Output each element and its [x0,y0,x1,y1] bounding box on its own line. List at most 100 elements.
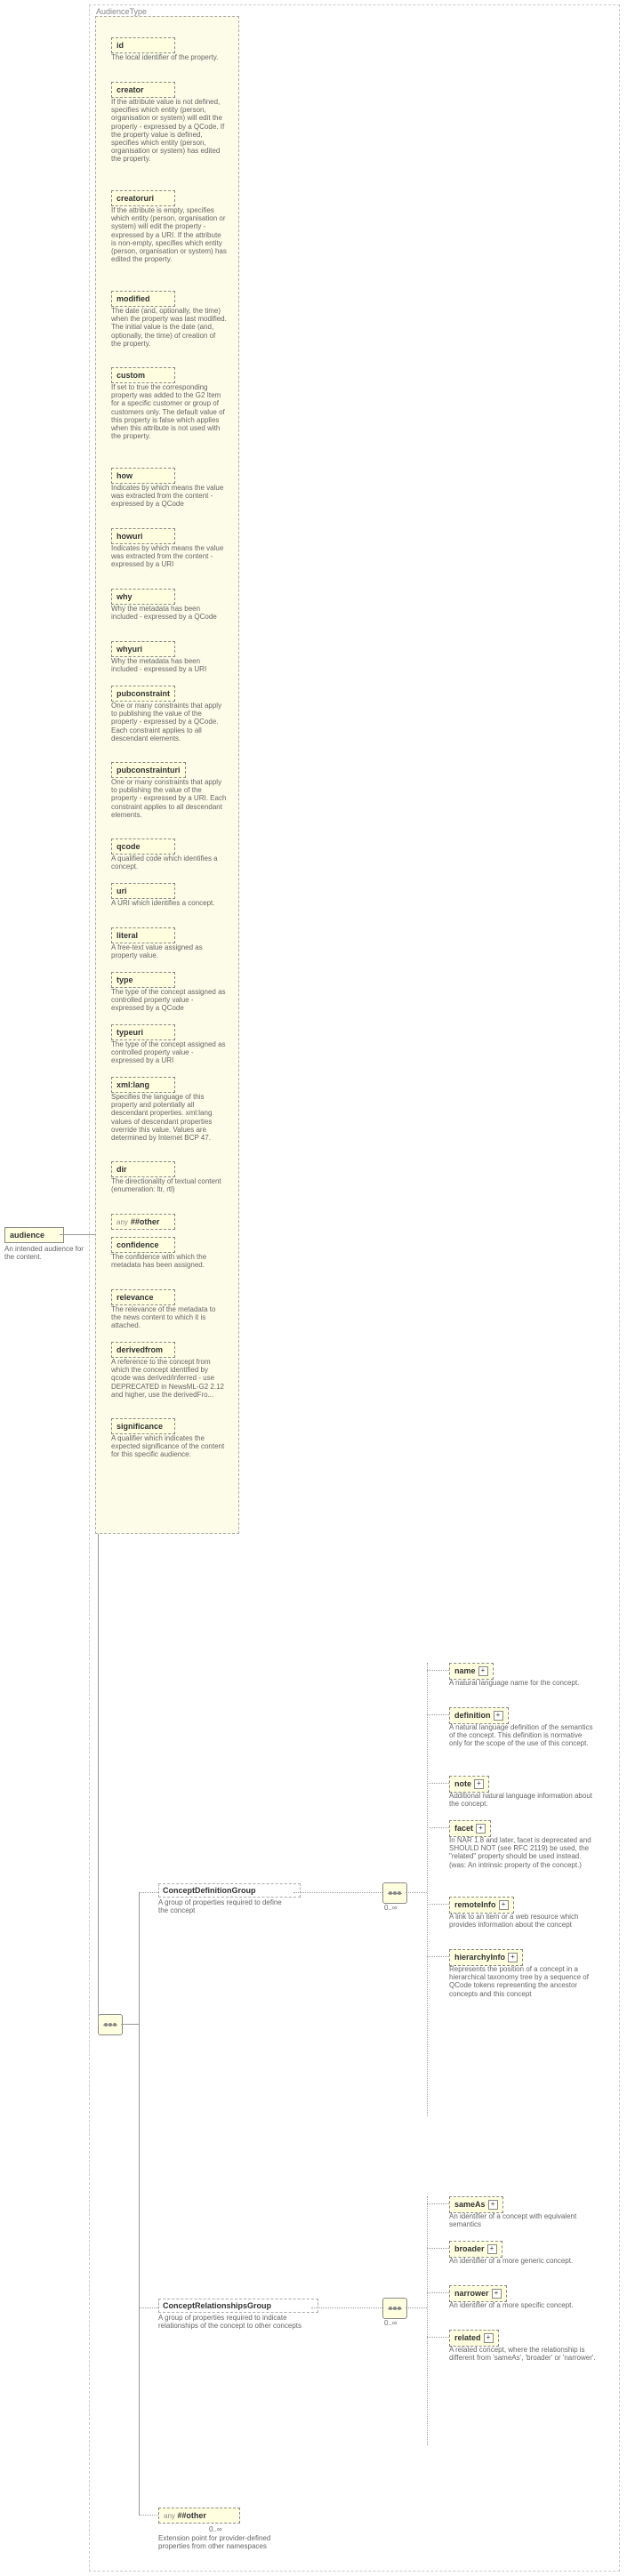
attribute-why[interactable]: why [111,589,175,605]
attribute-xmllang[interactable]: xml:lang [111,1077,175,1093]
attribute-doc: One or many constraints that apply to pu… [111,778,227,819]
attribute-doc: The type of the concept assigned as cont… [111,1040,227,1065]
connector-dashed [427,2292,449,2293]
element-audience[interactable]: audience [4,1227,64,1243]
attribute-pubconstrainturi[interactable]: pubconstrainturi [111,762,186,778]
attribute-doc: Specifies the language of this property … [111,1093,227,1142]
attribute-custom[interactable]: custom [111,367,175,383]
attribute-creator[interactable]: creator [111,82,175,98]
connector-dashed [427,1670,449,1671]
expand-icon[interactable]: + [474,1779,484,1789]
attribute-doc: If the attribute is empty, specifies whi… [111,206,227,263]
attribute-label: qcode [117,842,141,851]
connector-dashed [427,1783,449,1784]
connector-dashed [427,1956,449,1957]
element-related[interactable]: related+ [449,2330,499,2347]
attribute-label: id [117,41,124,50]
element-broader[interactable]: broader+ [449,2241,502,2258]
connector [121,2024,139,2025]
attribute-label: literal [117,931,138,940]
attribute-literal[interactable]: literal [111,927,175,943]
attribute-confidence[interactable]: confidence [111,1237,175,1253]
attribute-creatoruri[interactable]: creatoruri [111,190,175,206]
attribute-howuri[interactable]: howuri [111,528,175,544]
attribute-typeuri[interactable]: typeuri [111,1024,175,1040]
attribute-doc: The date (and, optionally, the time) whe… [111,307,227,348]
element-label: ##other [177,2511,206,2520]
attribute-label: custom [117,371,145,380]
attribute-dir[interactable]: dir [111,1161,175,1177]
expand-icon[interactable]: + [487,2244,497,2254]
connector [60,1234,98,1235]
element-label: hierarchyInfo [454,1953,505,1962]
element-note[interactable]: note+ [449,1776,489,1793]
element-doc: Represents the position of a concept in … [449,1965,596,1998]
multiplicity: 0..∞ [384,1904,398,1912]
attribute-doc: The relevance of the metadata to the new… [111,1305,227,1330]
attribute-other[interactable]: any##other [111,1214,175,1230]
attribute-derivedfrom[interactable]: derivedfrom [111,1342,175,1358]
attribute-doc: The local identifier of the property. [111,53,227,61]
element-label: audience [10,1231,44,1240]
sequence-def [382,1882,407,1904]
attribute-label: ##other [131,1217,160,1226]
element-narrower[interactable]: narrower+ [449,2285,507,2302]
element-doc: An identifier of a concept with equivale… [449,2212,596,2228]
element-doc: In NAR 1.8 and later, facet is deprecate… [449,1836,596,1869]
element-remoteinfo[interactable]: remoteInfo+ [449,1897,514,1914]
connector-dashed [139,1892,158,1893]
element-extension-any[interactable]: any ##other [158,2508,240,2524]
connector-dashed [427,1904,449,1905]
connector-dashed [311,2307,382,2308]
attribute-pubconstraint[interactable]: pubconstraint [111,686,175,702]
attribute-doc: Indicates by which means the value was e… [111,484,227,509]
connector-dashed [427,2196,428,2445]
attribute-label: pubconstraint [117,689,170,698]
connector [139,1892,140,2515]
group-conceptdefinition[interactable]: ConceptDefinitionGroup [158,1883,301,1898]
expand-icon[interactable]: + [508,1953,518,1962]
group-doc: A group of properties required to indica… [158,2314,309,2330]
element-hierarchyinfo[interactable]: hierarchyInfo+ [449,1949,523,1966]
element-label: related [454,2333,481,2342]
attribute-qcode[interactable]: qcode [111,839,175,855]
attribute-id[interactable]: id [111,37,175,53]
type-header: AudienceType [96,7,147,16]
expand-icon[interactable]: + [499,1900,509,1910]
attribute-label: xml:lang [117,1080,149,1089]
attribute-label: whyuri [117,645,142,654]
connector-dashed [427,1663,428,2116]
expand-icon[interactable]: + [478,1666,488,1676]
expand-icon[interactable]: + [494,1711,503,1721]
multiplicity: 0..∞ [384,2319,398,2327]
expand-icon[interactable]: + [488,2200,498,2210]
element-label: remoteInfo [454,1900,496,1909]
attribute-doc: Why the metadata has been included - exp… [111,605,227,621]
attribute-label: typeuri [117,1028,143,1037]
attribute-label: uri [117,887,127,895]
attribute-doc: If the attribute value is not defined, s… [111,98,227,164]
attribute-label: derivedfrom [117,1345,163,1354]
attribute-label: creatoruri [117,194,154,203]
attribute-type[interactable]: type [111,972,175,988]
element-definition[interactable]: definition+ [449,1707,509,1724]
group-conceptrelationships[interactable]: ConceptRelationshipsGroup [158,2299,318,2313]
attribute-doc: The confidence with which the metadata h… [111,1253,227,1269]
attribute-doc: The type of the concept assigned as cont… [111,988,227,1013]
expand-icon[interactable]: + [476,1824,486,1834]
expand-icon[interactable]: + [484,2333,494,2343]
sequence-main [98,2014,123,2035]
element-doc: An intended audience for the content. [4,1245,84,1261]
attribute-how[interactable]: how [111,468,175,484]
attribute-uri[interactable]: uri [111,883,175,899]
element-name[interactable]: name+ [449,1663,494,1680]
connector-dashed [139,2515,158,2516]
expand-icon[interactable]: + [492,2289,502,2299]
attribute-relevance[interactable]: relevance [111,1289,175,1305]
element-label: broader [454,2244,485,2253]
attribute-modified[interactable]: modified [111,291,175,307]
attribute-whyuri[interactable]: whyuri [111,641,175,657]
attribute-significance[interactable]: significance [111,1418,175,1434]
element-facet[interactable]: facet+ [449,1820,491,1837]
element-sameas[interactable]: sameAs+ [449,2196,503,2213]
